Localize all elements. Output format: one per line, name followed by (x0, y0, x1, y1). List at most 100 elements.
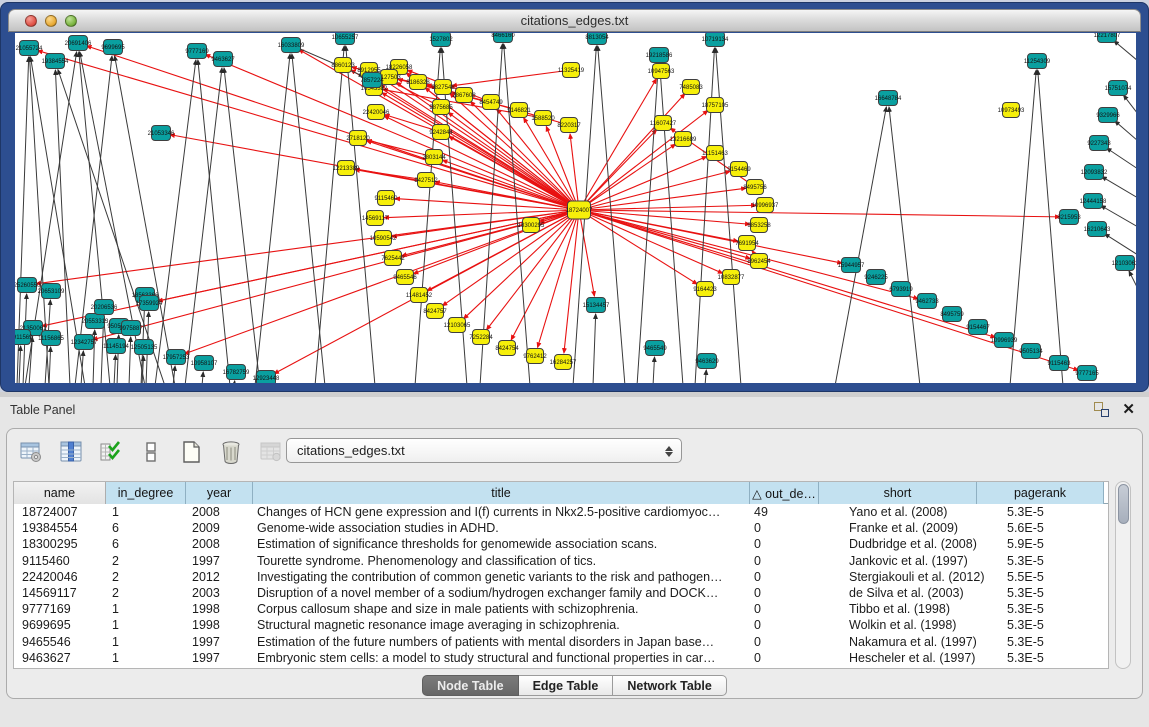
graph-node[interactable]: 21053346 (148, 126, 175, 141)
tab-edge-table[interactable]: Edge Table (519, 675, 614, 696)
graph-node[interactable]: 17957253 (163, 350, 190, 365)
column-header-year[interactable]: year (186, 482, 253, 504)
graph-node[interactable]: 8860123 (331, 58, 355, 73)
graph-node[interactable]: 15944957 (838, 258, 865, 273)
graph-node[interactable]: 10973493 (998, 103, 1025, 118)
column-header-short[interactable]: short (819, 482, 977, 504)
graph-node[interactable]: 16782759 (223, 365, 250, 380)
graph-node[interactable]: 11254309 (1024, 54, 1051, 69)
graph-node[interactable]: 8813054 (585, 33, 609, 45)
float-panel-icon[interactable] (1094, 402, 1109, 417)
graph-node[interactable]: 8466160 (491, 33, 515, 43)
select-columns-icon[interactable] (97, 438, 125, 466)
graph-node[interactable]: 7857224 (360, 73, 384, 88)
table-row[interactable]: 1938455462009Genome-wide association stu… (14, 520, 1108, 536)
graph-node[interactable]: 1527802 (429, 33, 453, 47)
table-row[interactable]: 911546021997Tourette syndrome. Phenomeno… (14, 553, 1108, 569)
graph-node[interactable]: 6793919 (889, 282, 913, 297)
graph-node[interactable]: 3911569 (15, 330, 33, 345)
graph-node[interactable]: 9762412 (523, 349, 547, 364)
graph-node[interactable]: 9246225 (864, 270, 888, 285)
graph-node[interactable]: 10958107 (191, 356, 218, 371)
graph-node[interactable]: 10947563 (648, 64, 675, 79)
graph-node[interactable]: 9154469 (727, 162, 751, 177)
tab-network-table[interactable]: Network Table (613, 675, 727, 696)
graph-node[interactable]: 19218586 (646, 48, 673, 63)
table-row[interactable]: 1830029562008Estimation of significance … (14, 536, 1108, 552)
table-row[interactable]: 946554611997Estimation of the future num… (14, 634, 1108, 650)
graph-node[interactable]: 18724007 (566, 201, 593, 219)
graph-node[interactable]: 9463629 (695, 354, 719, 369)
graph-node[interactable]: 9329966 (1096, 108, 1120, 123)
graph-node[interactable]: 1588520 (531, 111, 555, 126)
graph-node[interactable]: 11145194 (103, 339, 129, 354)
column-header-name[interactable]: name (14, 482, 106, 504)
graph-node[interactable]: 8424754 (495, 341, 519, 356)
close-panel-icon[interactable]: ✕ (1122, 400, 1135, 418)
graph-node[interactable]: 9505134 (1019, 344, 1043, 359)
graph-node[interactable]: 9463627 (211, 52, 235, 67)
graph-node[interactable]: 12103065 (444, 318, 471, 333)
graph-node[interactable]: 8454749 (479, 95, 503, 110)
graph-node[interactable]: 12217807 (1094, 33, 1121, 43)
graph-node[interactable]: 10996937 (752, 198, 779, 213)
graph-node[interactable]: 9699695 (101, 40, 125, 55)
graph-node[interactable]: 12103062 (1112, 256, 1136, 271)
graph-node[interactable]: 9115460 (375, 191, 399, 206)
table-row[interactable]: 946362711997Embryonic stem cells: a mode… (14, 650, 1108, 666)
graph-node[interactable]: 9242844 (429, 125, 453, 140)
graph-node[interactable]: 9154467 (966, 320, 990, 335)
graph-node[interactable]: 9164423 (693, 282, 717, 297)
graph-node[interactable]: 9465546 (393, 270, 417, 285)
graph-node[interactable]: 10719134 (702, 33, 729, 47)
network-canvas[interactable]: 1872400718300295886012389129551822605891… (15, 33, 1136, 383)
graph-node[interactable]: 21055724 (16, 41, 43, 56)
graph-node[interactable]: 9115463 (1048, 356, 1072, 371)
graph-node[interactable]: 8215953 (1057, 210, 1081, 225)
graph-node[interactable]: 15134457 (583, 298, 610, 313)
graph-node[interactable]: 20206536 (91, 300, 118, 315)
graph-node[interactable]: 19384554 (42, 54, 69, 69)
graph-node[interactable]: 8495756 (743, 180, 767, 195)
graph-node[interactable]: 9853258 (747, 218, 771, 233)
graph-node[interactable]: 9465549 (643, 341, 667, 356)
graph-node[interactable]: 8220317 (557, 118, 581, 133)
column-header-pagerank[interactable]: pagerank (977, 482, 1104, 504)
graph-node[interactable]: 9146821 (507, 103, 531, 118)
table-scrollbar-thumb[interactable] (1118, 484, 1129, 524)
graph-node[interactable]: 18757105 (702, 98, 729, 113)
graph-node[interactable]: 8962454 (747, 254, 771, 269)
graph-node[interactable]: 20691406 (65, 36, 92, 51)
table-row[interactable]: 969969511998Structural magnetic resonanc… (14, 617, 1108, 633)
graph-node[interactable]: 14569117 (362, 211, 389, 226)
tab-node-table[interactable]: Node Table (422, 675, 518, 696)
show-column-icon[interactable] (57, 438, 85, 466)
graph-node[interactable]: 7252284 (469, 330, 493, 345)
table-row[interactable]: 1456911722003Disruption of a novel membe… (14, 585, 1108, 601)
graph-node[interactable]: 8495759 (940, 307, 964, 322)
graph-node[interactable]: 11325419 (558, 63, 585, 78)
column-header-title[interactable]: title (253, 482, 750, 504)
table-select-dropdown[interactable]: citations_edges.txt (286, 438, 682, 463)
graph-node[interactable]: 7691954 (735, 236, 759, 251)
graph-node[interactable]: 9462733 (915, 294, 939, 309)
graph-node[interactable]: 11156865 (38, 331, 64, 346)
graph-node[interactable]: 8424757 (423, 304, 447, 319)
graph-node[interactable]: 8427512 (414, 173, 438, 188)
graph-node[interactable]: 16648784 (875, 91, 902, 106)
network-graph[interactable]: 1872400718300295886012389129551822605891… (15, 33, 1136, 383)
graph-node[interactable]: 20653109 (38, 284, 65, 299)
table-row[interactable]: 1872400712008Changes of HCN gene express… (14, 504, 1108, 520)
graph-node[interactable]: 11151463 (702, 146, 728, 161)
table-scrollbar[interactable] (1115, 481, 1131, 669)
graph-node[interactable]: 16210643 (1084, 222, 1111, 237)
graph-node[interactable]: 10655257 (332, 33, 359, 45)
graph-node[interactable]: 9777165 (1075, 366, 1099, 381)
graph-node[interactable]: 2867608 (452, 88, 476, 103)
delete-table-icon[interactable] (217, 438, 245, 466)
column-header-out_de[interactable]: △ out_de… (750, 482, 819, 504)
graph-node[interactable]: 9875685 (429, 100, 453, 115)
graph-node[interactable]: 9227343 (1087, 136, 1111, 151)
graph-node[interactable]: 9975887 (119, 321, 143, 336)
row-options-icon[interactable] (137, 438, 165, 466)
